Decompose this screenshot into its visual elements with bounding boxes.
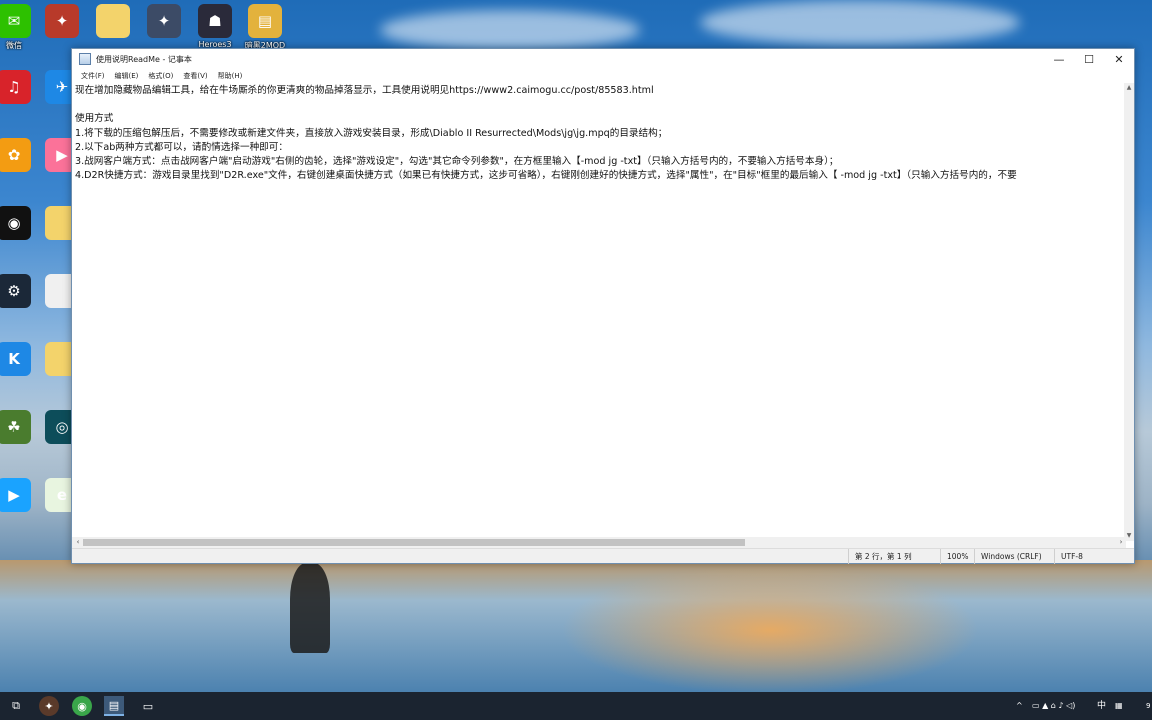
browser-icon[interactable]: ◉ — [72, 696, 92, 716]
app-icon: ☘ — [0, 410, 31, 444]
camera-icon[interactable]: ▭ — [138, 696, 158, 716]
clock[interactable]: 9 — [1146, 692, 1150, 720]
wallpaper-cloud — [700, 0, 1020, 45]
desktop-icon-label: 微信 — [6, 41, 22, 50]
app-icon: K — [0, 342, 31, 376]
text-line: 3.战网客户端方式：点击战网客户端"启动游戏"右侧的齿轮，选择"游戏设定"，勾选… — [75, 155, 839, 167]
tray-icons[interactable]: ▭ ▲ ⌂ ♪ ◁) — [1032, 692, 1075, 720]
desktop-icon[interactable]: ✿ — [0, 138, 38, 174]
task-view-icon[interactable]: ⧉ — [6, 696, 26, 716]
zoom-level: 100% — [940, 549, 968, 564]
menu-view[interactable]: 查看(V) — [178, 71, 212, 81]
desktop-icon[interactable]: ☘ — [0, 410, 38, 446]
close-button[interactable]: ✕ — [1104, 49, 1134, 69]
wechat-icon: ✉ — [0, 4, 31, 38]
desktop-icon[interactable]: ☗ Heroes3 — [191, 4, 239, 49]
menu-edit[interactable]: 编辑(E) — [110, 71, 144, 81]
scroll-up-icon[interactable]: ▲ — [1124, 83, 1134, 93]
window-title: 使用说明ReadMe - 记事本 — [96, 54, 192, 64]
horizontal-scrollbar[interactable]: ‹ › — [72, 537, 1126, 548]
text-editor[interactable]: 现在增加隐藏物品编辑工具，给在牛场厮杀的你更清爽的物品掉落显示，工具使用说明见h… — [72, 83, 1126, 583]
desktop-icon[interactable]: ✦ — [140, 4, 188, 40]
menu-file[interactable]: 文件(F) — [76, 71, 110, 81]
scroll-right-icon[interactable]: › — [1116, 537, 1126, 548]
tray-chevron-icon[interactable]: ^ — [1016, 692, 1023, 720]
notepad-icon — [79, 53, 91, 65]
menu-bar: 文件(F) 编辑(E) 格式(O) 查看(V) 帮助(H) — [72, 69, 1134, 83]
desktop-icon[interactable]: ♫ — [0, 70, 38, 106]
text-line: 现在增加隐藏物品编辑工具，给在牛场厮杀的你更清爽的物品掉落显示，工具使用说明见h… — [75, 85, 654, 96]
wallpaper-cloud — [380, 10, 640, 50]
game-icon: ✦ — [45, 4, 79, 38]
text-line: 1.将下载的压缩包解压后，不需要修改或新建文件夹，直接放入游戏安装目录，形成\D… — [75, 127, 668, 139]
line-ending: Windows (CRLF) — [974, 549, 1042, 564]
notepad-icon[interactable]: ▤ — [104, 696, 124, 716]
status-bar: 第 2 行，第 1 列 100% Windows (CRLF) UTF-8 — [72, 548, 1134, 564]
game-icon: ☗ — [198, 4, 232, 38]
cursor-position: 第 2 行，第 1 列 — [848, 549, 912, 564]
desktop-icon[interactable]: ◉ — [0, 206, 38, 242]
desktop-icon[interactable]: ▤ 暗黑2MOD — [241, 4, 289, 51]
wallpaper-sun-reflection — [560, 565, 980, 695]
text-line — [75, 98, 1123, 112]
desktop-icon[interactable]: ⚙ — [0, 274, 38, 310]
minimize-button[interactable]: — — [1044, 49, 1074, 69]
text-line: 2.以下ab两种方式都可以，请酌情选择一种即可： — [75, 141, 288, 153]
menu-help[interactable]: 帮助(H) — [213, 71, 248, 81]
app-icon: ✿ — [0, 138, 31, 172]
menu-format[interactable]: 格式(O) — [143, 71, 178, 81]
desktop-icon[interactable] — [89, 4, 137, 40]
game-icon: ✦ — [147, 4, 181, 38]
vertical-scrollbar[interactable]: ▲ ▼ — [1124, 83, 1134, 541]
text-line: 使用方式 — [75, 113, 114, 125]
game-icon[interactable]: ✦ — [39, 696, 59, 716]
keyboard-icon[interactable]: ▦ — [1115, 692, 1123, 720]
maximize-button[interactable]: ☐ — [1074, 49, 1104, 69]
folder-icon — [96, 4, 130, 38]
encoding: UTF-8 — [1054, 549, 1083, 564]
taskbar: ⧉ ✦ ◉ ▤ ▭ ^ ▭ ▲ ⌂ ♪ ◁) 中 ▦ 9 — [0, 692, 1152, 720]
text-line: 4.D2R快捷方式：游戏目录里找到"D2R.exe"文件，右键创建桌面快捷方式（… — [75, 170, 1017, 182]
desktop-icon[interactable]: K — [0, 342, 38, 378]
steam-icon: ⚙ — [0, 274, 31, 308]
desktop-icon[interactable]: ✦ — [38, 4, 86, 40]
archive-icon: ▤ — [248, 4, 282, 38]
desktop-icon[interactable]: ✉ 微信 — [0, 4, 38, 51]
ime-indicator[interactable]: 中 — [1097, 692, 1106, 720]
video-icon: ▶ — [0, 478, 31, 512]
title-bar[interactable]: 使用说明ReadMe - 记事本 — ☐ ✕ — [72, 49, 1134, 69]
horizontal-scroll-thumb[interactable] — [83, 539, 745, 546]
scroll-left-icon[interactable]: ‹ — [73, 537, 83, 548]
notepad-window[interactable]: 使用说明ReadMe - 记事本 — ☐ ✕ 文件(F) 编辑(E) 格式(O)… — [71, 48, 1135, 564]
qq-icon: ◉ — [0, 206, 31, 240]
netease-music-icon: ♫ — [0, 70, 31, 104]
desktop-icon[interactable]: ▶ — [0, 478, 38, 514]
